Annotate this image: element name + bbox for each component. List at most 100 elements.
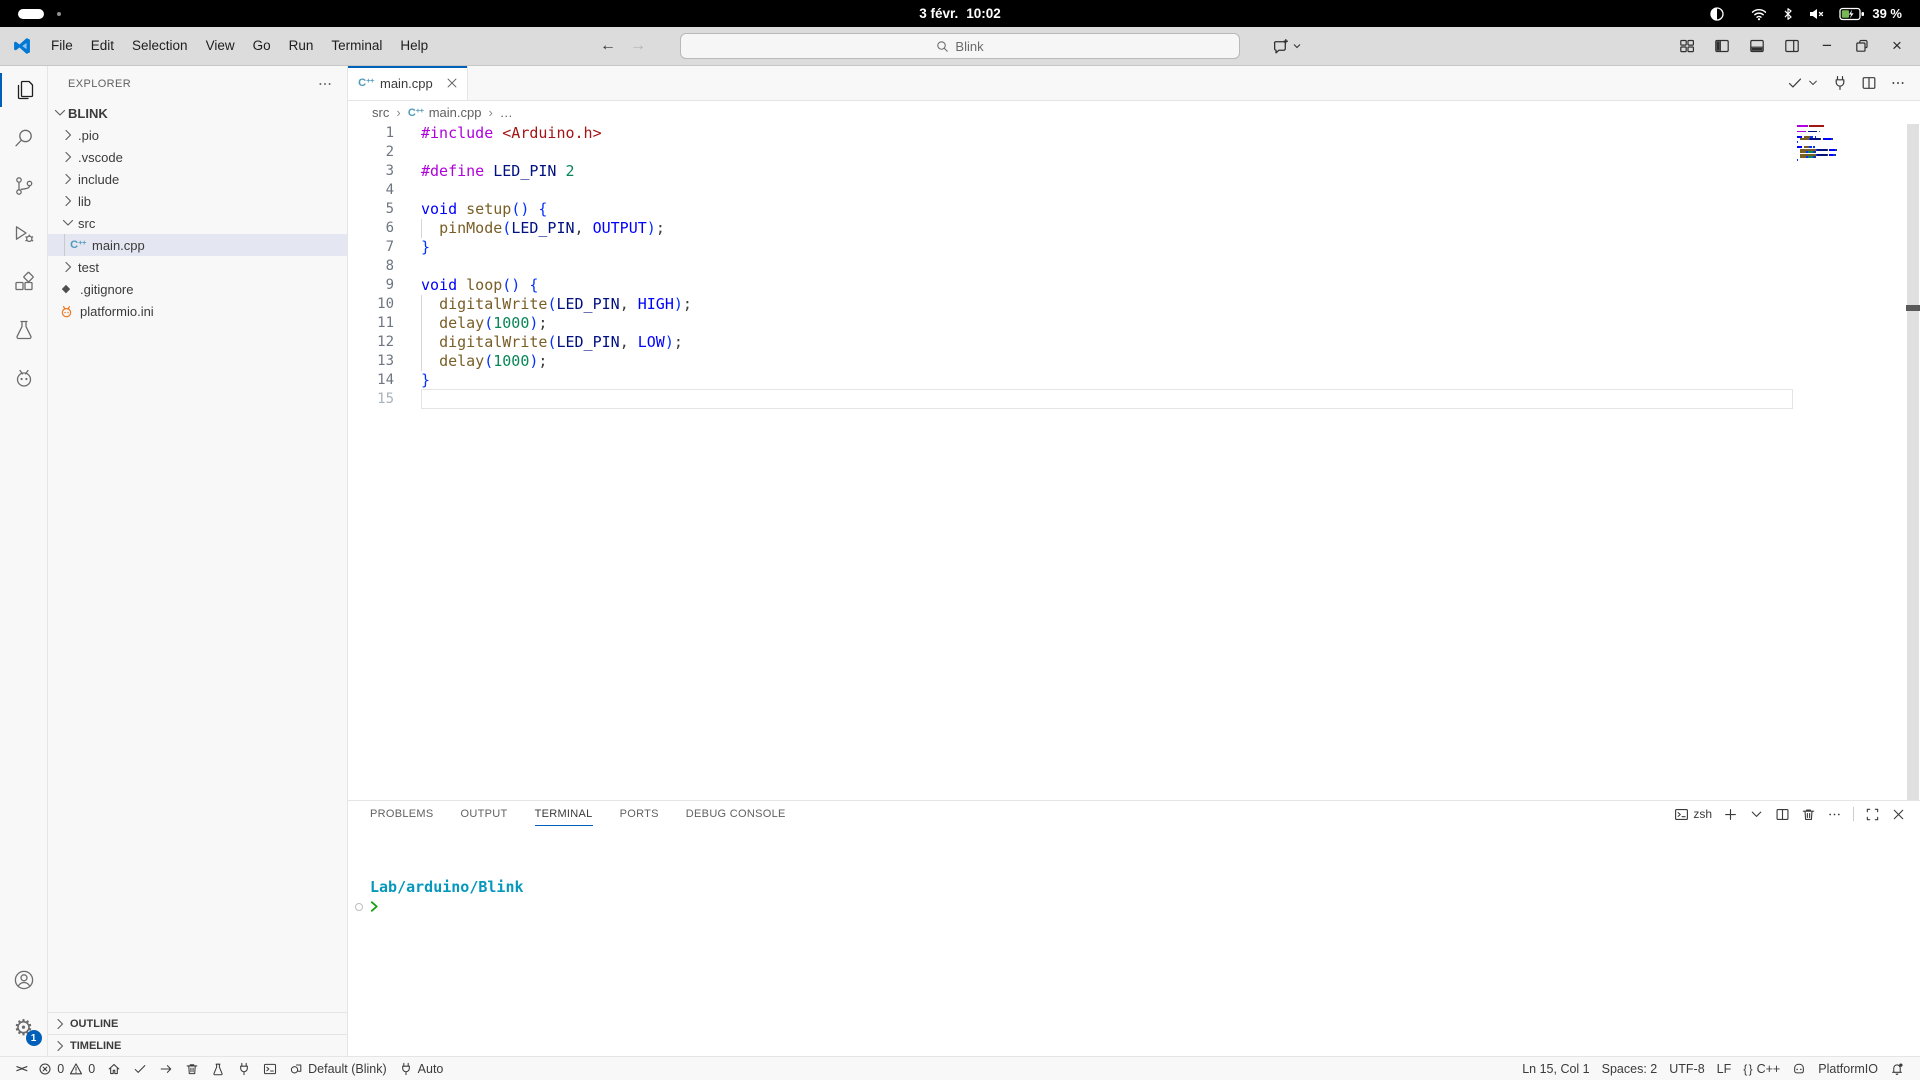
code-line-10[interactable]: 10 digitalWrite(LED_PIN, HIGH); (348, 295, 1920, 314)
pio-clean[interactable] (179, 1057, 205, 1080)
menu-file[interactable]: File (42, 34, 82, 57)
code-editor[interactable]: 1#include <Arduino.h>23#define LED_PIN 2… (348, 124, 1920, 800)
tree-item--gitignore[interactable]: ◆.gitignore (48, 278, 347, 300)
panel-tab-problems[interactable]: PROBLEMS (370, 801, 434, 827)
close-panel-button[interactable] (1891, 807, 1906, 822)
problems[interactable]: 00 (32, 1057, 101, 1080)
indentation[interactable]: Spaces: 2 (1596, 1057, 1664, 1080)
system-status-icons[interactable]: 39 % (1709, 6, 1902, 22)
copilot-chat-control[interactable] (1272, 38, 1303, 55)
nav-back-button[interactable]: ← (600, 37, 616, 55)
toggle-panel-icon[interactable] (1744, 33, 1770, 59)
menu-terminal[interactable]: Terminal (322, 34, 391, 57)
pio-upload[interactable] (153, 1057, 179, 1080)
toggle-secondary-sidebar-icon[interactable] (1779, 33, 1805, 59)
code-line-12[interactable]: 12 digitalWrite(LED_PIN, LOW); (348, 333, 1920, 352)
panel-tab-ports[interactable]: PORTS (620, 801, 659, 827)
terminal[interactable]: Lab/arduino/Blink (348, 827, 1920, 1056)
menu-edit[interactable]: Edit (82, 34, 123, 57)
code-line-7[interactable]: 7} (348, 238, 1920, 257)
code-line-3[interactable]: 3#define LED_PIN 2 (348, 162, 1920, 181)
cursor-position[interactable]: Ln 15, Col 1 (1516, 1057, 1595, 1080)
tree-item-src[interactable]: src (48, 212, 347, 234)
breadcrumb-src[interactable]: src (372, 105, 389, 120)
activitybar-accounts[interactable] (0, 956, 48, 1004)
language-mode[interactable]: { }C++ (1737, 1057, 1786, 1080)
activitybar-search[interactable] (0, 114, 48, 162)
tree-item-lib[interactable]: lib (48, 190, 347, 212)
code-line-4[interactable]: 4 (348, 181, 1920, 200)
notifications[interactable] (1884, 1057, 1910, 1080)
code-line-2[interactable]: 2 (348, 143, 1920, 162)
activitybar-extensions[interactable] (0, 258, 48, 306)
run-dropdown[interactable] (1807, 75, 1819, 91)
split-terminal-button[interactable] (1775, 807, 1790, 822)
code-line-1[interactable]: 1#include <Arduino.h> (348, 124, 1920, 143)
tree-item--vscode[interactable]: .vscode (48, 146, 347, 168)
tree-root-blink[interactable]: BLINK (48, 102, 347, 124)
customize-layout-icon[interactable] (1674, 33, 1700, 59)
tree-item-include[interactable]: include (48, 168, 347, 190)
activitybar-run-debug[interactable] (0, 210, 48, 258)
code-line-13[interactable]: 13 delay(1000); (348, 352, 1920, 371)
explorer-more-button[interactable] (317, 76, 333, 92)
kill-terminal-button[interactable] (1801, 807, 1816, 822)
code-line-5[interactable]: 5void setup() { (348, 200, 1920, 219)
terminal-shell-select[interactable]: zsh (1674, 807, 1712, 822)
toggle-sidebar-icon[interactable] (1709, 33, 1735, 59)
terminal-more-actions[interactable] (1827, 807, 1842, 822)
nav-forward-button[interactable]: → (630, 37, 646, 55)
activitybar-platformio[interactable] (0, 354, 48, 402)
code-line-9[interactable]: 9void loop() { (348, 276, 1920, 295)
editor-scrollbar[interactable] (1906, 124, 1920, 800)
command-decoration-icon[interactable] (355, 903, 363, 911)
activitybar-source-control[interactable] (0, 162, 48, 210)
menu-run[interactable]: Run (280, 34, 323, 57)
workspace-indicator-pill[interactable] (18, 9, 44, 19)
pio-build-action[interactable] (1787, 75, 1803, 91)
breadcrumb-symbol[interactable]: … (500, 105, 513, 120)
encoding[interactable]: UTF-8 (1663, 1057, 1710, 1080)
tab-main-cpp[interactable]: C++ main.cpp (348, 66, 468, 100)
pio-test[interactable] (205, 1057, 231, 1080)
pio-home[interactable] (101, 1057, 127, 1080)
terminal-launch-dropdown[interactable] (1749, 807, 1764, 822)
activitybar-testing[interactable] (0, 306, 48, 354)
remote-indicator[interactable]: >< (10, 1057, 32, 1080)
code-line-15[interactable]: 15 (348, 390, 1920, 409)
tree-item-platformio-ini[interactable]: platformio.ini (48, 300, 347, 322)
close-tab-icon[interactable] (445, 76, 459, 90)
scrollbar-thumb[interactable] (1907, 124, 1919, 800)
tree-item--pio[interactable]: .pio (48, 124, 347, 146)
menu-go[interactable]: Go (244, 34, 280, 57)
sidebar-section-outline[interactable]: OUTLINE (48, 1012, 347, 1034)
restore-button[interactable] (1849, 33, 1875, 59)
system-clock[interactable]: 3 févr. 10:02 (919, 0, 1001, 27)
maximize-panel-button[interactable] (1865, 807, 1880, 822)
sidebar-section-timeline[interactable]: TIMELINE (48, 1034, 347, 1056)
panel-tab-debug-console[interactable]: DEBUG CONSOLE (686, 801, 786, 827)
activitybar-settings[interactable]: ⚙ 1 (0, 1004, 48, 1052)
workspace-indicator-dot[interactable] (57, 12, 61, 16)
command-center-search[interactable]: Blink (680, 33, 1240, 59)
vscode-logo-icon[interactable] (12, 36, 32, 56)
pio-terminal[interactable] (257, 1057, 283, 1080)
activitybar-explorer[interactable] (0, 66, 48, 114)
menu-view[interactable]: View (197, 34, 244, 57)
serial-monitor-action[interactable] (1832, 75, 1848, 91)
platformio-status[interactable]: PlatformIO (1812, 1057, 1884, 1080)
panel-tab-terminal[interactable]: TERMINAL (535, 801, 593, 827)
code-line-14[interactable]: 14} (348, 371, 1920, 390)
split-editor-action[interactable] (1861, 75, 1877, 91)
code-line-8[interactable]: 8 (348, 257, 1920, 276)
menu-help[interactable]: Help (391, 34, 437, 57)
code-line-11[interactable]: 11 delay(1000); (348, 314, 1920, 333)
editor-more-actions[interactable] (1890, 75, 1906, 91)
pio-port[interactable]: Auto (393, 1057, 450, 1080)
copilot[interactable] (1786, 1057, 1812, 1080)
menu-selection[interactable]: Selection (123, 34, 197, 57)
minimize-button[interactable]: − (1814, 36, 1840, 56)
new-terminal-button[interactable] (1723, 807, 1738, 822)
close-window-button[interactable]: × (1884, 36, 1910, 56)
minimap[interactable] (1794, 125, 1906, 800)
